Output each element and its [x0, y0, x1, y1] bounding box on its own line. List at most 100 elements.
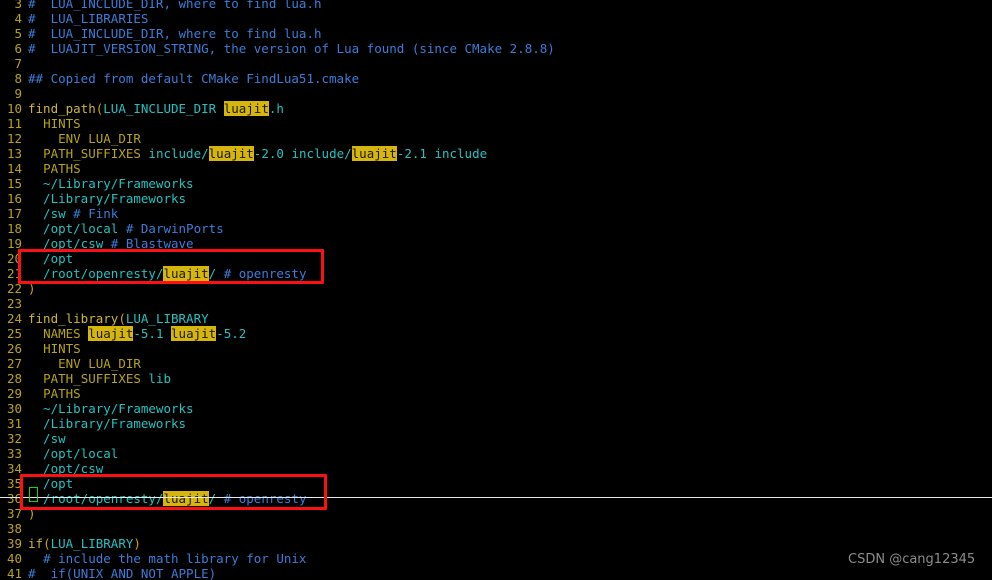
code-line[interactable]: 29 PATHS [0, 386, 992, 401]
line-number: 7 [14, 56, 22, 71]
line-number: 3 [14, 0, 22, 11]
code-line[interactable]: 27 ENV LUA_DIR [0, 356, 992, 371]
line-number: 40 [6, 551, 22, 566]
code-line[interactable]: 33 /opt/local [0, 446, 992, 461]
code-line-text: /Library/Frameworks [28, 416, 186, 431]
code-line[interactable]: 20 /opt [0, 251, 992, 266]
code-line[interactable]: 38 [0, 521, 992, 536]
code-line-text: PATH_SUFFIXES lib [28, 371, 171, 386]
code-token: ## [28, 71, 51, 86]
code-line[interactable]: 6 # LUAJIT_VERSION_STRING, the version of… [0, 41, 992, 56]
code-line[interactable]: 16 /Library/Frameworks [0, 191, 992, 206]
code-token: /opt/csw [28, 461, 104, 476]
code-token: find_path [28, 101, 96, 116]
code-line-text: ~/Library/Frameworks [28, 401, 194, 416]
code-line[interactable]: 28 PATH_SUFFIXES lib [0, 371, 992, 386]
code-token: LUAJIT_VERSION_STRING, the version of Lu… [43, 41, 555, 56]
code-token: lib [148, 371, 171, 386]
code-line-text: /root/openresty/luajit/ # openresty [28, 491, 306, 506]
code-token: if [28, 536, 44, 551]
code-line[interactable]: 18 /opt/local # DarwinPorts [0, 221, 992, 236]
code-line[interactable]: 21 /root/openresty/luajit/ # openresty [0, 266, 992, 281]
code-token: -5.2 [216, 326, 247, 341]
code-line[interactable]: 41 # if(UNIX AND NOT APPLE) [0, 566, 992, 580]
code-token: LUA_LIBRARY [50, 536, 134, 551]
line-number: 26 [6, 341, 22, 356]
search-match-highlight: luajit [163, 266, 209, 281]
line-number: 18 [6, 221, 22, 236]
code-line[interactable]: 17 /sw # Fink [0, 206, 992, 221]
code-token: /opt/local [28, 221, 126, 236]
code-token: LUA_INCLUDE_DIR, where to find lua.h [43, 26, 322, 41]
line-number: 28 [6, 371, 22, 386]
code-token: # openresty [223, 491, 307, 506]
code-line[interactable]: 26 HINTS [0, 341, 992, 356]
code-line[interactable]: 39 if(LUA_LIBRARY) [0, 536, 992, 551]
code-token: /sw [28, 431, 66, 446]
code-line[interactable]: 10 find_path(LUA_INCLUDE_DIR luajit.h [0, 101, 992, 116]
code-line-text: NAMES luajit-5.1 luajit-5.2 [28, 326, 246, 341]
code-token: ~/Library/Frameworks [28, 401, 194, 416]
code-line[interactable]: 34 /opt/csw [0, 461, 992, 476]
code-line[interactable]: 9 [0, 86, 992, 101]
line-number: 12 [6, 131, 22, 146]
code-line-text: # LUAJIT_VERSION_STRING, the version of … [28, 41, 555, 56]
code-line[interactable]: 23 [0, 296, 992, 311]
code-editor-viewport[interactable]: 3 # LUA_INCLUDE_DIR, where to find lua.h 4… [0, 0, 992, 580]
code-token: -2.0 [253, 146, 292, 161]
code-line[interactable]: 36 /root/openresty/luajit/ # openresty [0, 491, 992, 506]
code-line[interactable]: 19 /opt/csw # Blastwave [0, 236, 992, 251]
line-number: 24 [6, 311, 22, 326]
code-line[interactable]: 25 NAMES luajit-5.1 luajit-5.2 [0, 326, 992, 341]
code-line[interactable]: 3 # LUA_INCLUDE_DIR, where to find lua.h [0, 0, 992, 11]
line-number: 33 [6, 446, 22, 461]
code-line-text: PATHS [28, 161, 81, 176]
code-line[interactable]: 4 # LUA_LIBRARIES [0, 11, 992, 26]
code-line[interactable]: 24 find_library(LUA_LIBRARY [0, 311, 992, 326]
code-line-text: ) [28, 506, 36, 521]
line-number: 32 [6, 431, 22, 446]
code-line[interactable]: 32 /sw [0, 431, 992, 446]
code-line-text: find_path(LUA_INCLUDE_DIR luajit.h [28, 101, 284, 116]
code-line[interactable]: 22) [0, 281, 992, 296]
code-token: # [28, 41, 44, 56]
code-token: /sw [28, 206, 74, 221]
code-token: PATHS [43, 161, 81, 176]
code-token: /opt/csw [28, 236, 111, 251]
code-line[interactable]: 13 PATH_SUFFIXES include/luajit-2.0 incl… [0, 146, 992, 161]
code-line-text: find_library(LUA_LIBRARY [28, 311, 209, 326]
code-line[interactable]: 8 ## Copied from default CMake FindLua51.… [0, 71, 992, 86]
current-line-underline [0, 497, 992, 498]
code-line[interactable]: 35 /opt [0, 476, 992, 491]
code-token: ( [118, 311, 126, 326]
code-line[interactable]: 11 HINTS [0, 116, 992, 131]
code-line-text: ENV LUA_DIR [28, 356, 141, 371]
code-token: /opt [28, 251, 74, 266]
code-line[interactable]: 37) [0, 506, 992, 521]
code-token: LUA_LIBRARY [125, 311, 209, 326]
code-token: LUA_INCLUDE_DIR [103, 101, 224, 116]
code-line[interactable]: 7 [0, 56, 992, 71]
code-token: .h [268, 101, 284, 116]
code-line-text: /opt/local # DarwinPorts [28, 221, 224, 236]
line-number: 39 [6, 536, 22, 551]
line-number: 22 [6, 281, 22, 296]
code-line[interactable]: 40 # include the math library for Unix [0, 551, 992, 566]
code-line[interactable]: 15 ~/Library/Frameworks [0, 176, 992, 191]
line-number: 21 [6, 266, 22, 281]
line-number: 41 [6, 566, 22, 580]
code-token: /Library/Frameworks [28, 191, 187, 206]
code-line[interactable]: 30 ~/Library/Frameworks [0, 401, 992, 416]
search-match-highlight: luajit [208, 146, 254, 161]
code-line[interactable]: 31 /Library/Frameworks [0, 416, 992, 431]
line-number: 9 [14, 86, 22, 101]
code-line[interactable]: 12 ENV LUA_DIR [0, 131, 992, 146]
code-token: / [208, 491, 224, 506]
code-line[interactable]: 14 PATHS [0, 161, 992, 176]
code-line[interactable]: 5 # LUA_INCLUDE_DIR, where to find lua.h [0, 26, 992, 41]
line-number: 16 [6, 191, 22, 206]
